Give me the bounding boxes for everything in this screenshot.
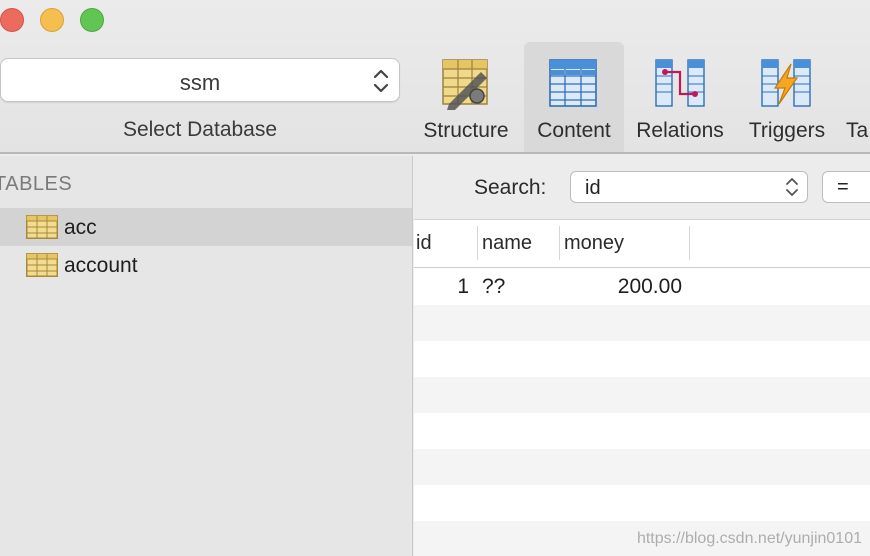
structure-icon [442, 59, 488, 110]
content-tab-label: Content [537, 119, 611, 142]
content-icon [549, 59, 597, 107]
filter-bar: Search: id = [414, 156, 870, 220]
sidebar-table-acc[interactable]: acc [0, 208, 412, 246]
tables-section-header: TABLES [0, 173, 73, 195]
up-down-chevron-icon [373, 69, 389, 93]
database-select-value: ssm [179, 70, 221, 95]
column-header-name[interactable]: name [478, 226, 560, 260]
triggers-tab[interactable]: Triggers [738, 42, 836, 152]
column-header-money[interactable]: money [560, 226, 690, 260]
close-window-button[interactable] [0, 8, 24, 32]
search-label: Search: [474, 176, 547, 199]
cell-name: ?? [482, 275, 506, 298]
tables-sidebar: TABLES acc account [0, 156, 413, 556]
search-field-value: id [585, 177, 601, 199]
empty-row [414, 341, 870, 377]
structure-tab[interactable]: Structure [416, 42, 516, 152]
empty-row [414, 305, 870, 341]
content-pane: Search: id = id name money 1 ?? 200.00 [414, 156, 870, 556]
content-tab[interactable]: Content [524, 42, 624, 152]
main-toolbar: ssm Select Database Structure Content Re… [0, 0, 870, 154]
search-operator-value: = [837, 176, 849, 198]
empty-row [414, 449, 870, 485]
column-header-id[interactable]: id [414, 226, 478, 260]
relations-tab-label: Relations [636, 119, 724, 142]
watermark-text: https://blog.csdn.net/yunjin0101 [636, 530, 862, 547]
triggers-tab-label: Triggers [748, 119, 826, 142]
relations-icon [655, 59, 705, 107]
up-down-chevron-icon [786, 178, 798, 196]
relations-tab[interactable]: Relations [628, 42, 732, 152]
select-database-label: Select Database [122, 118, 278, 141]
minimize-window-button[interactable] [40, 8, 64, 32]
table-icon [26, 215, 58, 239]
empty-row [414, 413, 870, 449]
table-icon [26, 253, 58, 277]
search-operator-select[interactable]: = [822, 171, 870, 203]
table-info-tab[interactable]: Ta [842, 42, 870, 152]
structure-tab-label: Structure [423, 119, 509, 142]
maximize-window-button[interactable] [80, 8, 104, 32]
table-row[interactable]: 1 ?? 200.00 [414, 269, 870, 305]
database-select[interactable]: ssm [0, 58, 400, 102]
sidebar-table-name: account [64, 254, 138, 277]
grid-header: id name money [414, 226, 870, 268]
search-field-select[interactable]: id [570, 171, 808, 203]
table-info-tab-label: Ta [846, 119, 869, 142]
empty-row [414, 485, 870, 521]
empty-row [414, 377, 870, 413]
cell-money: 200.00 [617, 275, 682, 298]
sidebar-table-name: acc [64, 216, 97, 239]
cell-id: 1 [457, 275, 469, 298]
sidebar-table-account[interactable]: account [0, 246, 412, 284]
triggers-icon [761, 59, 811, 107]
